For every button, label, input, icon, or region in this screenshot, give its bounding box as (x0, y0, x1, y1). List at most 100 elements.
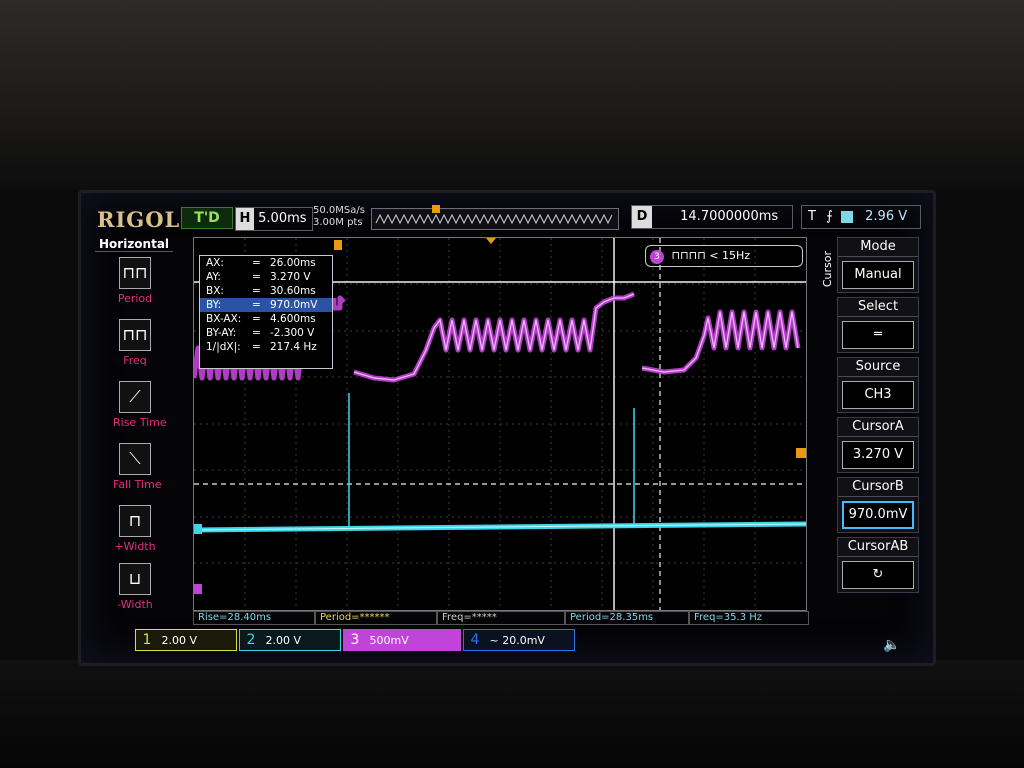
readout-value: 3.270 V (270, 271, 311, 283)
measure-period-button[interactable]: ⊓⊓ Period (113, 257, 157, 305)
horizontal-measure-menu: Horizontal ⊓⊓ Period ⊓⊓ Freq ⟋ Rise Time… (95, 237, 173, 611)
channel-number: 4 (470, 632, 480, 648)
measure-fall-time-button[interactable]: ⟍ Fall Time (113, 443, 162, 491)
readout-key: BY-AY: (206, 327, 237, 339)
cursor-readout-panel: AX: = 26.00ms AY: = 3.270 V BX: = 30.60ms BY: =… (199, 255, 333, 369)
cursor-marker-icon (334, 240, 342, 250)
measurement-item: Freq=35.3 Hz (689, 611, 809, 625)
speaker-muted-icon[interactable]: 🔈 (883, 637, 900, 653)
channel-number-icon: 3 (650, 250, 664, 264)
source-title: Source (838, 358, 918, 377)
measure-neg-width-button[interactable]: ⊔ -Width (113, 563, 157, 611)
channel-number: 3 (350, 632, 360, 648)
measurement-item: Rise=28.40ms (193, 611, 315, 625)
channel-4-chip[interactable]: 4 ~ 20.0mV (463, 629, 575, 651)
ch3-trace-core (353, 293, 799, 381)
measure-pos-width-label: +Width (114, 540, 156, 553)
sample-rate: 50.0MSa/s (313, 205, 365, 216)
memory-timeline (371, 205, 619, 230)
mode-title: Mode (838, 238, 918, 257)
readout-row: AY: = 3.270 V (206, 271, 311, 283)
measurement-item: Period=****** (315, 611, 437, 625)
cursor-a-button[interactable]: CursorA 3.270 V (837, 417, 919, 473)
measurement-item: Period=28.35ms (565, 611, 689, 625)
trigger-readout[interactable]: T ⨍ 2.96 V (801, 205, 921, 229)
measure-rise-time-label: Rise Time (113, 416, 167, 429)
trigger-time-marker (486, 238, 496, 244)
cursor-a-title: CursorA (838, 418, 918, 437)
readout-row: BX-AX: = 4.600ms (206, 313, 316, 325)
channel-2-chip[interactable]: 2 2.00 V (239, 629, 341, 651)
channel-number: 2 (246, 632, 256, 648)
negative-width-icon: ⊔ (119, 563, 151, 595)
channel-3-chip[interactable]: 3 500mV (343, 629, 461, 651)
cursor-b-value: 970.0mV (842, 501, 914, 529)
fall-time-icon: ⟍ (119, 443, 151, 475)
rise-time-icon: ⟋ (119, 381, 151, 413)
readout-key: 1/|dX|: (206, 341, 241, 353)
mode-button[interactable]: Mode Manual (837, 237, 919, 293)
channel-scale: 20.0mV (502, 634, 545, 647)
readout-key: BY: (206, 299, 222, 311)
measurement-results: Rise=28.40ms Period=****** Freq=***** Pe… (193, 611, 809, 625)
top-status-bar: RIGOL T'D H 5.00ms 50.0MSa/s 3.00M pts D… (81, 193, 933, 233)
delay-readout[interactable]: D 14.7000000ms (631, 205, 793, 229)
measure-pos-width-button[interactable]: ⊓ +Width (113, 505, 157, 553)
readout-value: 217.4 Hz (270, 341, 317, 353)
ch3-frequency-badge: 3 ⊓⊓⊓⊓ < 15Hz (645, 245, 803, 267)
menu-title: Horizontal (95, 237, 173, 252)
readout-value: 4.600ms (270, 313, 316, 325)
measure-freq-button[interactable]: ⊓⊓ Freq (113, 319, 157, 367)
trigger-position-marker (432, 205, 440, 213)
cursor-ab-button[interactable]: CursorAB ↻ (837, 537, 919, 593)
cursor-menu: Cursor Mode Manual Select ═ Source CH3 C… (821, 237, 919, 607)
select-lines-icon: ═ (842, 321, 914, 349)
channel-scale: 2.00 V (265, 634, 302, 647)
ch3-frequency-text: < 15Hz (709, 249, 751, 262)
scope-bezel-bottom (0, 660, 1024, 768)
channel-number: 1 (142, 632, 152, 648)
readout-key: BX: (206, 285, 224, 297)
mode-value: Manual (842, 261, 914, 289)
readout-key: AY: (206, 271, 221, 283)
channel-1-chip[interactable]: 1 2.00 V (135, 629, 237, 651)
readout-row: AX: = 26.00ms (206, 257, 316, 269)
trigger-label: T (808, 209, 816, 224)
delay-value: 14.7000000ms (680, 209, 779, 224)
readout-value: 970.0mV (270, 299, 318, 311)
source-value: CH3 (842, 381, 914, 409)
sample-rate-info: 50.0MSa/s 3.00M pts (313, 205, 365, 229)
ch2-marker[interactable] (194, 524, 202, 534)
horizontal-scale[interactable]: H 5.00ms (235, 207, 313, 231)
measure-rise-time-button[interactable]: ⟋ Rise Time (113, 381, 167, 429)
ch3-marker[interactable] (194, 584, 202, 594)
trigger-level-marker[interactable] (796, 448, 806, 458)
brand-logo: RIGOL (97, 207, 181, 232)
period-icon: ⊓⊓ (119, 257, 151, 289)
trigger-level: 2.96 V (865, 209, 908, 224)
readout-key: AX: (206, 257, 224, 269)
measure-fall-time-label: Fall Time (113, 478, 162, 491)
measure-freq-label: Freq (123, 354, 147, 367)
rising-edge-icon: ⨍ (826, 209, 833, 224)
cursor-a-value: 3.270 V (842, 441, 914, 469)
timeline-wave-icon (375, 213, 613, 225)
cursor-b-title: CursorB (838, 478, 918, 497)
readout-row-selected: BY: = 970.0mV (200, 298, 332, 312)
measure-neg-width-label: -Width (117, 598, 153, 611)
delay-label: D (632, 206, 652, 228)
channel-scale: 500mV (369, 634, 409, 647)
readout-key: BX-AX: (206, 313, 242, 325)
select-title: Select (838, 298, 918, 317)
positive-width-icon: ⊓ (119, 505, 151, 537)
select-button[interactable]: Select ═ (837, 297, 919, 353)
cursor-b-button[interactable]: CursorB 970.0mV (837, 477, 919, 533)
source-button[interactable]: Source CH3 (837, 357, 919, 413)
memory-depth: 3.00M pts (313, 217, 363, 228)
cursor-ab-title: CursorAB (838, 538, 918, 557)
horizontal-label: H (236, 208, 254, 230)
readout-value: -2.300 V (270, 327, 315, 339)
cursor-menu-tab: Cursor (821, 251, 834, 288)
readout-value: 26.00ms (270, 257, 316, 269)
horizontal-value: 5.00ms (258, 211, 307, 226)
